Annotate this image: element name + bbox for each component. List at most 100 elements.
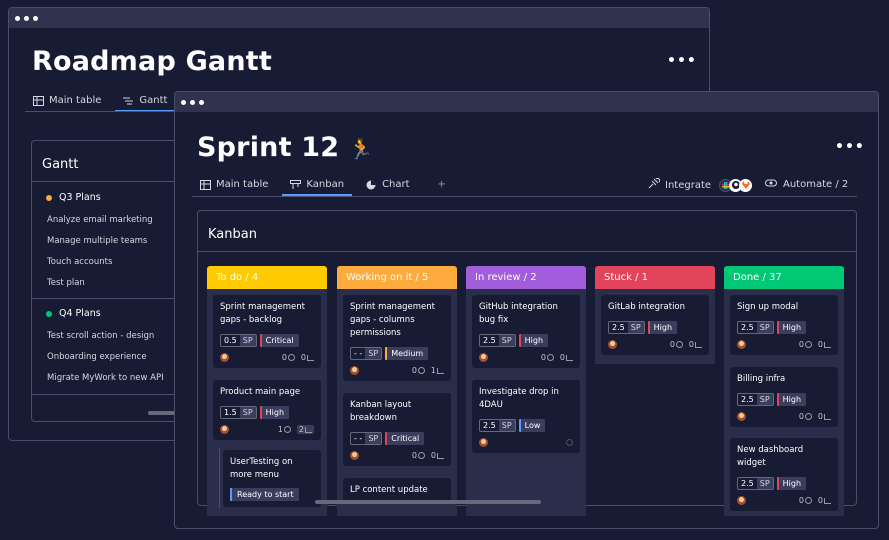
subitem-card[interactable]: UserTesting on more menu Ready to start: [223, 450, 321, 507]
priority-tag[interactable]: High: [518, 334, 549, 347]
gantt-item[interactable]: Test scroll action - design: [47, 331, 154, 341]
avatar[interactable]: [220, 353, 229, 362]
kanban-card[interactable]: Billing infra 2.5 SP High 0 0: [730, 367, 838, 427]
add-view-button[interactable]: +: [430, 179, 454, 196]
sp-label: SP: [498, 420, 515, 431]
story-points[interactable]: 0.5 SP: [220, 334, 257, 347]
kanban-column-done: Done / 37 Sign up modal 2.5 SP High 0 0 B…: [724, 266, 844, 516]
tab-label: Main table: [49, 95, 102, 106]
column-header[interactable]: In review / 2: [466, 266, 586, 289]
subitems-count: 0: [818, 412, 831, 421]
updates-count: 0: [799, 340, 812, 349]
gantt-item[interactable]: Manage multiple teams: [47, 236, 147, 246]
tab-main-table[interactable]: Main table: [192, 179, 276, 196]
sprint-window: Sprint 12 🏃 ••• Main table Kanban Chart …: [174, 91, 879, 529]
avatar[interactable]: [350, 366, 359, 375]
sp-value: 2.5: [483, 421, 496, 430]
tab-gantt[interactable]: Gantt: [115, 95, 176, 112]
integrate-button[interactable]: Integrate: [648, 177, 753, 192]
avatar[interactable]: [608, 340, 617, 349]
kanban-card[interactable]: Sign up modal 2.5 SP High 0 0: [730, 295, 838, 355]
subitems-icon: [307, 354, 314, 361]
priority-tag[interactable]: Critical: [385, 432, 425, 445]
avatar[interactable]: [479, 353, 488, 362]
subitems-value: 0: [817, 496, 823, 505]
column-header[interactable]: Working on it / 5: [337, 266, 457, 289]
updates-value: 0: [411, 451, 417, 460]
window-dot-icon: [190, 99, 195, 105]
horizontal-scrollbar[interactable]: [315, 500, 541, 504]
kanban-card[interactable]: Investigate drop in 4DAU 2.5 SP Low: [472, 380, 580, 453]
gantt-item[interactable]: Touch accounts: [47, 257, 112, 267]
group-header[interactable]: Q4 Plans: [46, 308, 101, 319]
gantt-item[interactable]: Migrate MyWork to new API: [47, 373, 164, 383]
group-color-dot: [46, 310, 52, 317]
story-points[interactable]: 2.5 SP: [479, 334, 516, 347]
kanban-card[interactable]: Product main page 1.5 SP High 1 2: [213, 380, 321, 440]
priority-tag[interactable]: High: [776, 477, 807, 490]
priority-tag[interactable]: High: [647, 321, 678, 334]
status-tag[interactable]: Ready to start: [230, 488, 299, 501]
story-points[interactable]: 2.5 SP: [608, 321, 645, 334]
sp-value: 2.5: [741, 479, 754, 488]
window-titlebar[interactable]: [175, 92, 878, 112]
more-options-icon[interactable]: •••: [835, 139, 865, 155]
story-points[interactable]: - - SP: [350, 432, 383, 445]
story-points[interactable]: 2.5 SP: [737, 477, 774, 490]
column-header[interactable]: Done / 37: [724, 266, 844, 289]
gantt-item[interactable]: Test plan: [47, 278, 85, 288]
pie-chart-icon: [366, 180, 377, 190]
avatar[interactable]: [737, 496, 746, 505]
sp-value: 2.5: [612, 323, 625, 332]
automate-button[interactable]: Automate / 2: [765, 178, 848, 191]
priority-tag[interactable]: High: [259, 406, 290, 419]
avatar[interactable]: [220, 425, 229, 434]
view-tabs: Main table Kanban Chart +: [192, 179, 454, 196]
kanban-card[interactable]: GitLab integration 2.5 SP High 0 0: [601, 295, 709, 355]
priority-tag[interactable]: High: [776, 393, 807, 406]
window-dot-icon: [199, 99, 204, 105]
priority-tag[interactable]: Medium: [385, 347, 429, 360]
subitems-count[interactable]: 2: [296, 425, 314, 434]
kanban-column-working: Working on it / 5 Sprint management gaps…: [337, 266, 457, 516]
gitlab-icon: [739, 178, 753, 192]
updates-value: 0: [669, 340, 675, 349]
avatar[interactable]: [350, 451, 359, 460]
avatar[interactable]: [479, 438, 488, 447]
kanban-card[interactable]: Sprint management gaps - backlog 0.5 SP C…: [213, 295, 321, 368]
tab-kanban[interactable]: Kanban: [282, 179, 352, 196]
avatar[interactable]: [737, 412, 746, 421]
column-header[interactable]: To do / 4: [207, 266, 327, 289]
sp-label: SP: [498, 335, 515, 346]
gantt-item[interactable]: Analyze email marketing: [47, 215, 153, 225]
kanban-card[interactable]: GitHub integration bug fix 2.5 SP High 0 …: [472, 295, 580, 368]
group-header[interactable]: Q3 Plans: [46, 192, 101, 203]
priority-tag[interactable]: Critical: [259, 334, 299, 347]
tab-main-table[interactable]: Main table: [25, 95, 109, 112]
subitems-icon: [695, 341, 702, 348]
gantt-item[interactable]: Onboarding experience: [47, 352, 147, 362]
divider: [32, 394, 192, 395]
kanban-card[interactable]: Kanban layout breakdown - - SP Critical 0…: [343, 393, 451, 466]
avatar[interactable]: [737, 340, 746, 349]
priority-tag[interactable]: High: [776, 321, 807, 334]
divider: [32, 298, 192, 299]
window-titlebar[interactable]: [9, 8, 709, 28]
tab-chart[interactable]: Chart: [358, 179, 417, 196]
story-points[interactable]: 2.5 SP: [737, 321, 774, 334]
subitems-value: 0: [688, 340, 694, 349]
more-options-icon[interactable]: •••: [667, 53, 697, 69]
story-points[interactable]: 2.5 SP: [737, 393, 774, 406]
story-points[interactable]: 2.5 SP: [479, 419, 516, 432]
kanban-card[interactable]: New dashboard widget 2.5 SP High 0 0: [730, 438, 838, 511]
priority-tag[interactable]: Low: [518, 419, 546, 432]
divider: [32, 181, 192, 182]
story-points[interactable]: - - SP: [350, 347, 383, 360]
group-color-dot: [46, 194, 52, 201]
card-title: GitLab integration: [608, 302, 686, 312]
updates-value: 0: [540, 353, 546, 362]
column-header[interactable]: Stuck / 1: [595, 266, 715, 289]
kanban-card[interactable]: Sprint management gaps - columns permiss…: [343, 295, 451, 381]
story-points[interactable]: 1.5 SP: [220, 406, 257, 419]
updates-value: 1: [277, 425, 283, 434]
